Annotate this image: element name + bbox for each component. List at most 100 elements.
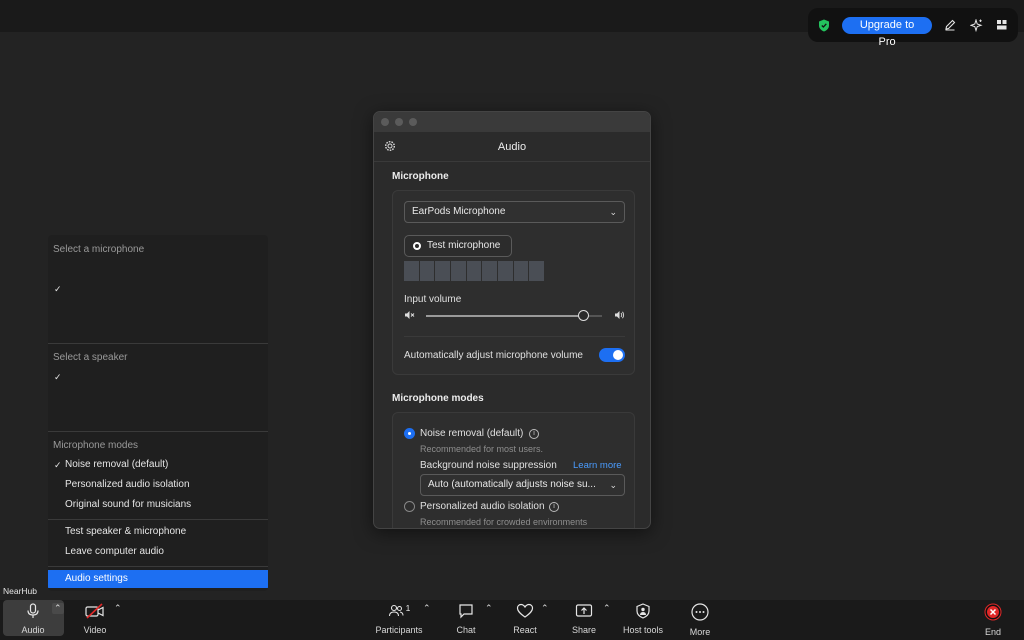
chat-options-caret[interactable]: ⌃	[485, 603, 493, 614]
learn-more-link[interactable]: Learn more	[573, 460, 622, 471]
checkmark-icon: ✓	[54, 372, 62, 382]
menu-item-noise-removal[interactable]: ✓ Noise removal (default)	[48, 456, 268, 474]
window-titlebar[interactable]	[374, 112, 650, 132]
menu-item-audio-settings[interactable]: Audio settings	[48, 570, 268, 588]
chevron-down-icon: ⌄	[609, 207, 617, 217]
maximize-window-button[interactable]	[409, 118, 417, 126]
more-label: More	[689, 627, 711, 637]
background-noise-label: Background noise suppression	[420, 460, 557, 471]
microphone-select[interactable]: EarPods Microphone ⌄	[404, 201, 625, 223]
participants-icon	[388, 603, 404, 622]
info-icon[interactable]: i	[549, 502, 559, 512]
grid-icon[interactable]	[994, 17, 1010, 33]
menu-divider	[48, 431, 268, 432]
participant-name: NearHub	[3, 586, 38, 596]
microphone-section-title: Microphone	[392, 171, 449, 182]
microphone-card: EarPods Microphone ⌄ Test microphone Inp…	[392, 190, 635, 375]
chat-icon	[458, 603, 474, 622]
chat-button[interactable]: Chat	[451, 600, 481, 640]
host-tools-button[interactable]: Host tools	[621, 600, 665, 640]
volume-mute-icon	[404, 310, 415, 323]
background-noise-select[interactable]: Auto (automatically adjusts noise su... …	[420, 474, 625, 496]
end-call-icon	[984, 603, 1002, 624]
input-volume-thumb[interactable]	[578, 310, 589, 321]
video-label: Video	[83, 625, 107, 635]
share-label: Share	[571, 625, 597, 635]
auto-adjust-label: Automatically adjust microphone volume	[404, 350, 583, 361]
pencil-icon[interactable]	[942, 17, 958, 33]
video-button[interactable]: Video	[78, 600, 112, 640]
microphone-modes-section-title: Microphone modes	[392, 393, 484, 404]
audio-settings-dialog: Audio Microphone EarPods Microphone ⌄ Te…	[373, 111, 651, 529]
host-shield-icon	[635, 603, 651, 622]
meeting-toolbar: Audio ⌃ Video ⌃ 1 Participants ⌃ Chat ⌃ …	[0, 600, 1024, 640]
participants-label: Participants	[375, 625, 423, 635]
share-screen-icon	[575, 603, 593, 622]
checkmark-icon: ✓	[54, 460, 62, 470]
input-level-meter	[404, 261, 545, 281]
microphone-icon	[25, 603, 41, 622]
upgrade-to-pro-button[interactable]: Upgrade to Pro	[841, 16, 933, 48]
input-volume-slider[interactable]	[426, 310, 602, 321]
dialog-title: Audio	[497, 140, 527, 153]
select-speaker-header: Select a speaker	[53, 352, 128, 363]
chat-label: Chat	[456, 625, 476, 635]
chevron-down-icon: ⌄	[609, 480, 617, 490]
info-icon[interactable]: i	[529, 429, 539, 439]
heart-icon	[516, 603, 534, 622]
top-right-controls: Upgrade to Pro	[808, 8, 1018, 48]
menu-item-original-sound[interactable]: Original sound for musicians	[48, 496, 268, 514]
participants-button[interactable]: 1 Participants	[374, 600, 424, 640]
noise-removal-description: Recommended for most users.	[420, 444, 544, 454]
personalized-isolation-label: Personalized audio isolation	[420, 501, 545, 512]
audio-menu: Select a microphone ✓ Select a speaker ✓…	[48, 235, 268, 591]
audio-label: Audio	[21, 625, 45, 635]
menu-item-leave-computer-audio[interactable]: Leave computer audio	[48, 543, 268, 561]
share-options-caret[interactable]: ⌃	[603, 603, 611, 614]
toggle-knob	[613, 350, 623, 360]
record-icon	[413, 242, 421, 250]
divider	[404, 336, 625, 337]
minimize-window-button[interactable]	[395, 118, 403, 126]
react-label: React	[513, 625, 537, 635]
end-label: End	[984, 627, 1001, 637]
test-microphone-button[interactable]: Test microphone	[404, 235, 512, 257]
checkmark-icon: ✓	[54, 284, 62, 294]
participants-options-caret[interactable]: ⌃	[423, 603, 431, 614]
menu-divider	[48, 519, 268, 520]
dialog-header: Audio	[374, 132, 650, 162]
more-icon	[691, 603, 709, 624]
input-volume-label: Input volume	[404, 294, 462, 305]
video-options-caret[interactable]: ⌃	[114, 603, 122, 614]
menu-item-label: Noise removal (default)	[65, 459, 169, 470]
gear-icon[interactable]	[384, 140, 396, 155]
shield-icon[interactable]	[816, 17, 832, 33]
noise-removal-radio[interactable]	[404, 428, 415, 439]
microphone-select-value: EarPods Microphone	[412, 206, 506, 217]
sparkle-icon[interactable]	[968, 17, 984, 33]
menu-item-personalized-isolation[interactable]: Personalized audio isolation	[48, 476, 268, 494]
react-options-caret[interactable]: ⌃	[541, 603, 549, 614]
noise-removal-label: Noise removal (default)	[420, 428, 524, 439]
menu-divider	[48, 343, 268, 344]
microphone-modes-card: Noise removal (default) i Recommended fo…	[392, 412, 635, 528]
menu-divider	[48, 566, 268, 567]
react-button[interactable]: React	[510, 600, 540, 640]
close-window-button[interactable]	[381, 118, 389, 126]
more-button[interactable]: More	[685, 600, 715, 640]
microphone-modes-header: Microphone modes	[53, 440, 139, 451]
background-noise-select-value: Auto (automatically adjusts noise su...	[428, 479, 596, 490]
menu-item-test-speaker-microphone[interactable]: Test speaker & microphone	[48, 523, 268, 541]
share-button[interactable]: Share	[569, 600, 599, 640]
audio-options-caret[interactable]: ⌃	[52, 603, 64, 614]
volume-high-icon	[614, 310, 625, 323]
end-button[interactable]: End	[979, 600, 1007, 640]
video-off-icon	[85, 603, 105, 622]
select-microphone-header: Select a microphone	[53, 244, 145, 255]
auto-adjust-toggle[interactable]	[599, 348, 625, 362]
audio-button[interactable]: Audio	[8, 600, 58, 640]
input-volume-fill	[426, 315, 583, 317]
personalized-isolation-radio[interactable]	[404, 501, 415, 512]
participants-count: 1	[405, 603, 411, 613]
personalized-isolation-description: Recommended for crowded environments	[420, 517, 588, 527]
